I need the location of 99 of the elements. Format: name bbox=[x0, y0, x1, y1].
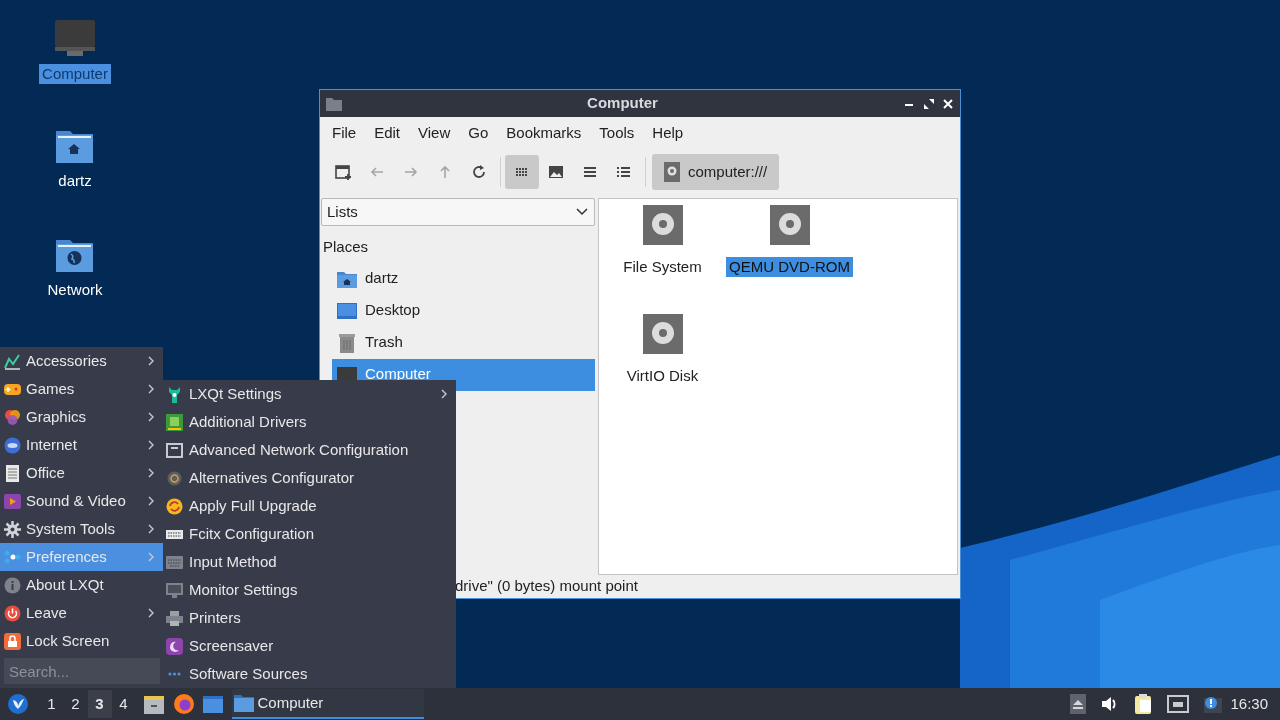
info-icon bbox=[4, 576, 21, 594]
menu-item[interactable]: Monitor Settings bbox=[163, 576, 456, 604]
menu-item[interactable]: Fcitx Configuration bbox=[163, 520, 456, 548]
menu-item[interactable]: Go bbox=[460, 122, 497, 145]
chevron-right-icon bbox=[147, 496, 155, 506]
chevron-right-icon bbox=[147, 440, 155, 450]
window-icon[interactable] bbox=[202, 693, 224, 715]
chevron-right-icon bbox=[147, 468, 155, 478]
status-text: drive" (0 bytes) mount point bbox=[455, 576, 638, 597]
moon-icon bbox=[166, 637, 183, 655]
menu-item[interactable]: Additional Drivers bbox=[163, 408, 456, 436]
clipboard-icon[interactable] bbox=[1134, 694, 1153, 714]
keyboard-icon bbox=[166, 553, 183, 571]
menu-item[interactable]: Graphics bbox=[0, 403, 163, 431]
menu-item[interactable]: Screensaver bbox=[163, 632, 456, 660]
menu-item[interactable]: System Tools bbox=[0, 515, 163, 543]
file-item-label[interactable]: QEMU DVD-ROM bbox=[726, 257, 853, 277]
menu-item[interactable]: Help bbox=[644, 122, 692, 145]
lock-icon bbox=[4, 632, 21, 650]
folder-icon bbox=[233, 694, 254, 712]
place-item[interactable]: Desktop bbox=[332, 294, 595, 327]
eject-icon[interactable] bbox=[1070, 694, 1087, 714]
menu-item[interactable]: About LXQt bbox=[0, 571, 163, 599]
close-icon[interactable] bbox=[942, 97, 954, 110]
chevron-right-icon bbox=[147, 608, 155, 618]
wrench-icon bbox=[166, 385, 183, 403]
drive-icon bbox=[642, 205, 683, 245]
desktop-switch-button[interactable]: 1 bbox=[39, 690, 64, 718]
menu-item[interactable]: Office bbox=[0, 459, 163, 487]
clock[interactable]: 16:30 bbox=[1230, 692, 1268, 716]
desktop-switch-button[interactable]: 4 bbox=[111, 690, 136, 718]
document-icon bbox=[4, 464, 21, 482]
file-item-label[interactable]: VirtIO Disk bbox=[623, 366, 702, 386]
file-item-label[interactable]: File System bbox=[620, 257, 705, 277]
chevron-right-icon bbox=[147, 524, 155, 534]
places-heading: Places bbox=[323, 237, 370, 257]
chevron-right-icon bbox=[147, 356, 155, 366]
network-icon[interactable] bbox=[1167, 695, 1190, 713]
target-icon bbox=[166, 469, 183, 487]
chevron-right-icon bbox=[147, 412, 155, 422]
menu-item[interactable]: Sound & Video bbox=[0, 487, 163, 515]
chevron-right-icon bbox=[440, 389, 448, 399]
location-button[interactable]: computer:/// bbox=[652, 154, 780, 190]
network-port-icon bbox=[166, 441, 183, 459]
chip-icon bbox=[166, 413, 183, 431]
menu-item[interactable]: Advanced Network Configuration bbox=[163, 436, 456, 464]
place-item[interactable]: dartz bbox=[332, 262, 595, 295]
chevron-right-icon bbox=[147, 384, 155, 394]
window-title: Computer bbox=[586, 93, 659, 114]
menu-item[interactable]: Alternatives Configurator bbox=[163, 464, 456, 492]
desktop-icon bbox=[337, 301, 357, 320]
computer-icon bbox=[54, 18, 96, 58]
desktop-switch-button[interactable]: 3 bbox=[87, 690, 112, 718]
drive-icon bbox=[769, 205, 810, 245]
chevron-right-icon bbox=[147, 552, 155, 562]
menu-item[interactable]: Internet bbox=[0, 431, 163, 459]
notification-icon[interactable] bbox=[1204, 695, 1223, 713]
reload-icon[interactable] bbox=[470, 163, 488, 181]
menu-item[interactable]: Lock Screen bbox=[0, 627, 163, 655]
maximize-icon[interactable] bbox=[922, 97, 935, 110]
menu-item[interactable]: Tools bbox=[591, 122, 643, 145]
desktop-icon-label[interactable]: Network bbox=[44, 280, 106, 300]
dots-icon bbox=[4, 548, 21, 566]
pane-dropdown[interactable]: Lists bbox=[321, 198, 595, 226]
trash-icon bbox=[337, 332, 357, 353]
desktop-icon-label[interactable]: dartz bbox=[55, 171, 95, 191]
menu-item[interactable]: Printers bbox=[163, 604, 456, 632]
home-folder-icon bbox=[337, 269, 357, 288]
drive-icon bbox=[664, 162, 680, 182]
menu-item[interactable]: Games bbox=[0, 375, 163, 403]
film-icon bbox=[4, 492, 21, 510]
new-tab-icon[interactable] bbox=[334, 163, 352, 181]
globe-icon bbox=[4, 436, 21, 454]
menu-item[interactable]: Leave bbox=[0, 599, 163, 627]
drawer-icon[interactable] bbox=[143, 693, 165, 715]
task-button[interactable]: Computer bbox=[231, 689, 424, 719]
menu-item[interactable]: Accessories bbox=[0, 347, 163, 375]
desktop-switch-button[interactable]: 2 bbox=[63, 690, 88, 718]
menu-item[interactable]: Bookmarks bbox=[498, 122, 590, 145]
menu-item[interactable]: Software Sources bbox=[163, 660, 456, 688]
drive-icon bbox=[642, 314, 683, 354]
menu-item[interactable]: File bbox=[324, 122, 365, 145]
place-item[interactable]: Trash bbox=[332, 326, 595, 359]
menu-item[interactable]: View bbox=[410, 122, 459, 145]
gear-icon bbox=[4, 520, 21, 538]
chart-icon bbox=[4, 352, 21, 370]
printer-icon bbox=[166, 609, 183, 627]
power-icon bbox=[4, 604, 21, 622]
menu-item[interactable]: Input Method bbox=[163, 548, 456, 576]
menu-item[interactable]: Edit bbox=[366, 122, 409, 145]
menu-item[interactable]: Apply Full Upgrade bbox=[163, 492, 456, 520]
palette-icon bbox=[4, 408, 21, 426]
monitor-icon bbox=[166, 581, 183, 599]
image-icon[interactable] bbox=[547, 163, 565, 181]
dots-icon bbox=[168, 672, 181, 676]
refresh-icon bbox=[166, 497, 183, 515]
chevron-down-icon bbox=[576, 208, 588, 216]
search-field[interactable]: Search... bbox=[4, 658, 160, 684]
folder-icon bbox=[326, 96, 342, 111]
